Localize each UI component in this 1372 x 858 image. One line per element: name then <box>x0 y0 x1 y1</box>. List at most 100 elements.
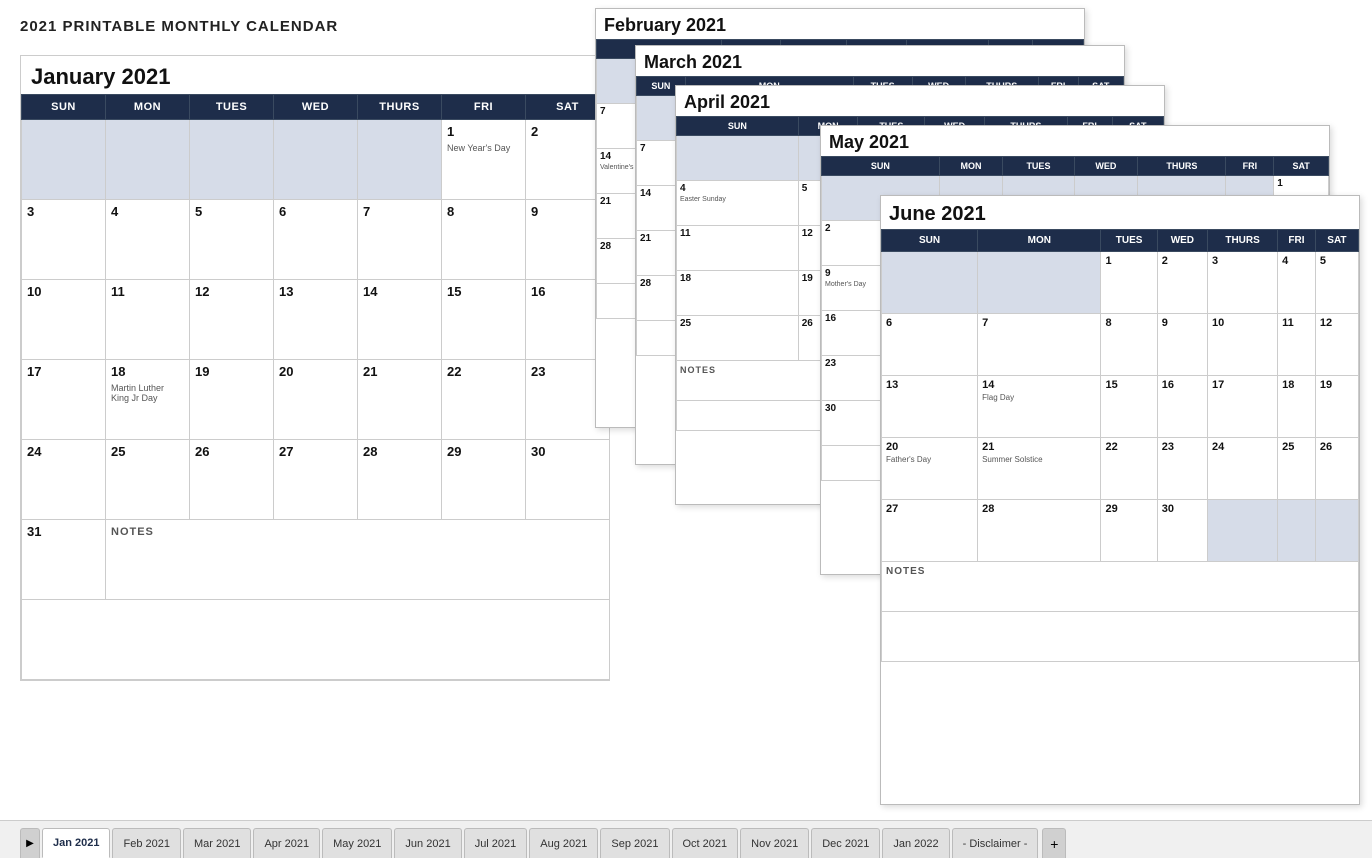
tab-mar-2021[interactable]: Mar 2021 <box>183 828 251 858</box>
table-cell <box>1278 500 1316 562</box>
tab-jan-2021[interactable]: Jan 2021 <box>42 828 110 858</box>
header-wed: WED <box>274 95 358 120</box>
tab-add-button[interactable]: + <box>1042 828 1066 858</box>
header-mon: MON <box>106 95 190 120</box>
tab-feb-2021[interactable]: Feb 2021 <box>112 828 180 858</box>
table-cell: 21 <box>358 360 442 440</box>
header-tue: TUES <box>190 95 274 120</box>
header-mon: MON <box>978 230 1101 252</box>
table-cell: 1 <box>1101 252 1157 314</box>
jun-title: June 2021 <box>881 196 1359 229</box>
table-cell: 17 <box>1208 376 1278 438</box>
table-cell <box>22 120 106 200</box>
table-cell: 22 <box>1101 438 1157 500</box>
tab-apr-2021[interactable]: Apr 2021 <box>253 828 320 858</box>
feb-title: February 2021 <box>596 9 1084 39</box>
table-row: 6 7 8 9 10 11 12 <box>882 314 1359 376</box>
table-cell <box>677 136 799 181</box>
table-cell: 25 <box>106 440 190 520</box>
table-row <box>22 600 610 680</box>
table-cell: 11 <box>106 280 190 360</box>
mar-title: March 2021 <box>636 46 1124 76</box>
table-cell: 3 <box>22 200 106 280</box>
table-row: 31 NOTES <box>22 520 610 600</box>
jan-calendar: January 2021 SUN MON TUES WED THURS FRI … <box>20 55 610 681</box>
notes-cell: NOTES <box>106 520 610 600</box>
jan-grid: SUN MON TUES WED THURS FRI SAT 1New Year… <box>21 94 610 680</box>
table-cell: 15 <box>442 280 526 360</box>
table-row: 1New Year's Day 2 <box>22 120 610 200</box>
header-sun: SUN <box>822 157 940 176</box>
table-cell: 20 <box>274 360 358 440</box>
table-cell: 8 <box>442 200 526 280</box>
table-cell: 7 <box>358 200 442 280</box>
table-cell <box>190 120 274 200</box>
table-cell: 27 <box>882 500 978 562</box>
table-row: 3 4 5 6 7 8 9 <box>22 200 610 280</box>
tab-oct-2021[interactable]: Oct 2021 <box>672 828 739 858</box>
table-cell: 5 <box>190 200 274 280</box>
table-cell <box>978 252 1101 314</box>
tab-bar: ▶ Jan 2021 Feb 2021 Mar 2021 Apr 2021 Ma… <box>0 820 1372 858</box>
table-cell: 23 <box>1157 438 1207 500</box>
header-sun: SUN <box>677 117 799 136</box>
table-cell: 7 <box>978 314 1101 376</box>
table-cell: 27 <box>274 440 358 520</box>
table-cell: 15 <box>1101 376 1157 438</box>
table-cell: 26 <box>1315 438 1358 500</box>
table-cell: 13 <box>882 376 978 438</box>
table-cell <box>106 120 190 200</box>
table-cell: 12 <box>190 280 274 360</box>
table-cell: 4 <box>1278 252 1316 314</box>
table-cell: 9 <box>1157 314 1207 376</box>
tab-sep-2021[interactable]: Sep 2021 <box>600 828 669 858</box>
header-sat: SAT <box>1274 157 1329 176</box>
table-cell: 14Flag Day <box>978 376 1101 438</box>
table-cell: 20Father's Day <box>882 438 978 500</box>
table-cell: 4Easter Sunday <box>677 181 799 226</box>
tab-jul-2021[interactable]: Jul 2021 <box>464 828 528 858</box>
tab-aug-2021[interactable]: Aug 2021 <box>529 828 598 858</box>
table-cell: 18Martin Luther King Jr Day <box>106 360 190 440</box>
header-mon: MON <box>939 157 1003 176</box>
table-row: NOTES <box>882 562 1359 612</box>
tab-disclaimer[interactable]: - Disclaimer - <box>952 828 1039 858</box>
table-cell: 29 <box>1101 500 1157 562</box>
header-tue: TUES <box>1101 230 1157 252</box>
table-cell: 11 <box>1278 314 1316 376</box>
table-row: 13 14Flag Day 15 16 17 18 19 <box>882 376 1359 438</box>
table-cell: 16 <box>1157 376 1207 438</box>
table-cell: 19 <box>190 360 274 440</box>
table-cell: 18 <box>677 271 799 316</box>
table-cell: 10 <box>22 280 106 360</box>
notes-cell: NOTES <box>882 562 1359 612</box>
header-sat: SAT <box>1315 230 1358 252</box>
table-row: 1 2 3 4 5 <box>882 252 1359 314</box>
table-cell <box>1208 500 1278 562</box>
tab-nav-left[interactable]: ▶ <box>20 828 40 858</box>
jun-grid: SUN MON TUES WED THURS FRI SAT 1 2 3 4 <box>881 229 1359 662</box>
tab-may-2021[interactable]: May 2021 <box>322 828 392 858</box>
table-cell: 24 <box>22 440 106 520</box>
table-cell <box>358 120 442 200</box>
table-cell: 5 <box>1315 252 1358 314</box>
table-cell: 2 <box>1157 252 1207 314</box>
table-cell <box>1315 500 1358 562</box>
table-cell: 6 <box>882 314 978 376</box>
table-cell: 19 <box>1315 376 1358 438</box>
tab-dec-2021[interactable]: Dec 2021 <box>811 828 880 858</box>
tab-jan-2022[interactable]: Jan 2022 <box>882 828 949 858</box>
table-row: 17 18Martin Luther King Jr Day 19 20 21 … <box>22 360 610 440</box>
tab-jun-2021[interactable]: Jun 2021 <box>394 828 461 858</box>
table-cell: 25 <box>1278 438 1316 500</box>
tab-nov-2021[interactable]: Nov 2021 <box>740 828 809 858</box>
header-sun: SUN <box>882 230 978 252</box>
table-cell: 18 <box>1278 376 1316 438</box>
table-cell: 30 <box>1157 500 1207 562</box>
header-thu: THURS <box>358 95 442 120</box>
table-row: 27 28 29 30 <box>882 500 1359 562</box>
header-thu: THURS <box>1208 230 1278 252</box>
table-cell: 13 <box>274 280 358 360</box>
table-cell: 28 <box>978 500 1101 562</box>
header-wed: WED <box>1074 157 1138 176</box>
